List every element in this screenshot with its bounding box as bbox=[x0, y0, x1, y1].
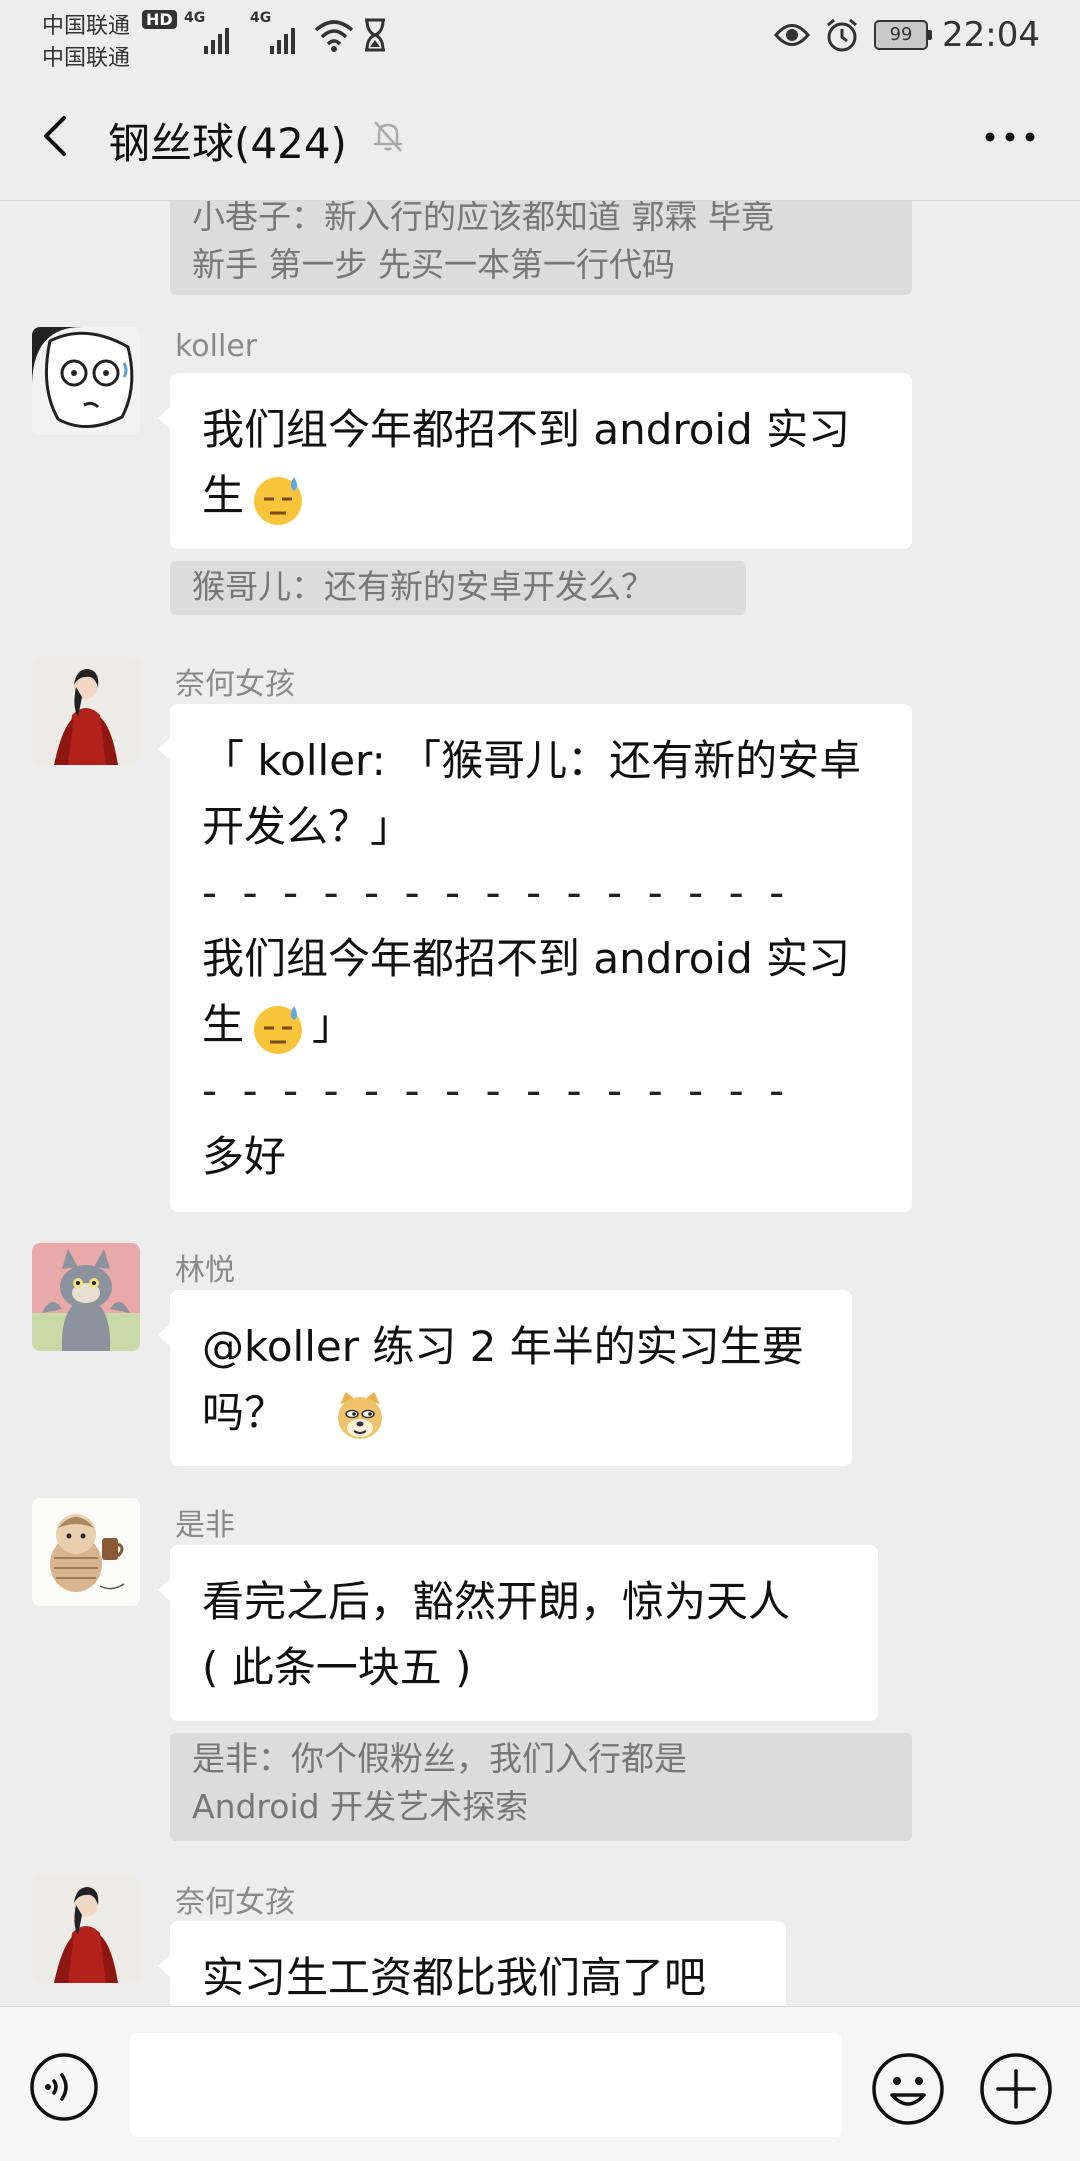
eye-comfort-icon bbox=[774, 24, 810, 46]
back-arrow-icon[interactable] bbox=[32, 106, 82, 166]
message-line: ( 此条一块五 ) bbox=[202, 1643, 472, 1692]
message-input[interactable] bbox=[130, 2033, 842, 2137]
carrier-name-1: 中国联通 bbox=[42, 14, 131, 39]
sweat-emoji-icon bbox=[254, 1005, 303, 1054]
avatar-image bbox=[32, 1243, 140, 1351]
quote-line: 是非：你个假粉丝，我们入行都是 bbox=[192, 1739, 687, 1778]
message-line: 吗？ bbox=[202, 1388, 287, 1437]
message-list[interactable]: 小巷子：新入行的应该都知道 郭霖 毕竟 新手 第一步 先买一本第一行代码 kol… bbox=[0, 201, 1080, 2006]
quoted-message[interactable]: 是非：你个假粉丝，我们入行都是 Android 开发艺术探索 bbox=[170, 1733, 912, 1841]
hd-badge: HD bbox=[142, 10, 177, 29]
sender-name: 奈何女孩 bbox=[175, 667, 295, 702]
message-line: 」 bbox=[312, 1000, 355, 1049]
alarm-icon bbox=[827, 18, 857, 52]
message-line: 看完之后，豁然开朗，惊为天人 bbox=[202, 1577, 791, 1626]
message-line: 我们组今年都招不到 android 实习 bbox=[202, 934, 851, 983]
message-line: 实习生工资都比我们高了吧 bbox=[202, 1953, 707, 2002]
sender-name: 奈何女孩 bbox=[175, 1885, 295, 1920]
message-line: @koller 练习 2 年半的实习生要 bbox=[202, 1322, 804, 1371]
separator-line: - - - - - - - - - - - - - - - bbox=[202, 1066, 791, 1115]
message-bubble[interactable]: 实习生工资都比我们高了吧 bbox=[158, 1921, 786, 2006]
avatar-image bbox=[32, 1875, 140, 1983]
sweat-emoji-icon bbox=[254, 476, 303, 525]
quoted-message[interactable]: 小巷子：新入行的应该都知道 郭霖 毕竟 新手 第一步 先买一本第一行代码 bbox=[170, 201, 912, 295]
avatar[interactable] bbox=[32, 657, 140, 765]
quoted-message[interactable]: 猴哥儿：还有新的安卓开发么？ bbox=[170, 561, 746, 615]
hourglass-icon bbox=[365, 18, 385, 52]
sender-name: 林悦 bbox=[175, 1253, 235, 1288]
message-bubble[interactable]: @koller 练习 2 年半的实习生要 吗？ bbox=[158, 1290, 852, 1466]
emoji-icon[interactable] bbox=[870, 2051, 946, 2127]
message-line: 「 koller: 「猴哥儿：还有新的安卓 bbox=[202, 736, 862, 785]
sender-name: koller bbox=[175, 329, 258, 364]
chat-title: 钢丝球(424) bbox=[108, 119, 347, 168]
voice-icon[interactable] bbox=[28, 2051, 100, 2123]
avatar-image bbox=[32, 327, 140, 435]
message-line: 我们组今年都招不到 android 实习 bbox=[202, 405, 851, 454]
message-line: 生 bbox=[202, 1000, 245, 1049]
battery-icon: 99 bbox=[874, 20, 933, 50]
avatar[interactable] bbox=[32, 327, 140, 435]
quote-line: 小巷子：新入行的应该都知道 郭霖 毕竟 bbox=[192, 201, 774, 236]
message-bubble[interactable]: 看完之后，豁然开朗，惊为天人 ( 此条一块五 ) bbox=[158, 1545, 878, 1721]
more-dots-icon[interactable] bbox=[980, 122, 1040, 152]
message-line: 多好 bbox=[202, 1132, 287, 1181]
message-bubble[interactable]: 「 koller: 「猴哥儿：还有新的安卓 开发么？」 - - - - - - … bbox=[158, 704, 912, 1212]
message-bubble[interactable]: 我们组今年都招不到 android 实习 生 bbox=[158, 373, 912, 549]
chat-header: 钢丝球(424) bbox=[0, 70, 1080, 201]
quote-line: 新手 第一步 先买一本第一行代码 bbox=[192, 245, 675, 284]
mute-bell-icon bbox=[373, 121, 403, 152]
carrier-name-2: 中国联通 bbox=[42, 46, 131, 71]
message-line: 生 bbox=[202, 471, 245, 520]
quote-line: Android 开发艺术探索 bbox=[192, 1787, 529, 1826]
wifi-icon bbox=[314, 20, 354, 52]
avatar[interactable] bbox=[32, 1875, 140, 1983]
doge-emoji-icon bbox=[338, 1391, 383, 1439]
separator-line: - - - - - - - - - - - - - - - bbox=[202, 868, 791, 917]
avatar[interactable] bbox=[32, 1243, 140, 1351]
quote-line: 猴哥儿：还有新的安卓开发么？ bbox=[192, 567, 654, 606]
avatar-image bbox=[32, 1498, 140, 1606]
avatar-image bbox=[32, 657, 140, 765]
plus-icon[interactable] bbox=[978, 2051, 1054, 2127]
message-line: 开发么？」 bbox=[202, 802, 413, 851]
avatar[interactable] bbox=[32, 1498, 140, 1606]
sender-name: 是非 bbox=[175, 1508, 235, 1543]
status-bar: 中国联通 中国联通 HD 4G 4G 99 22:04 bbox=[0, 0, 1080, 71]
clock: 22:04 bbox=[942, 15, 1040, 55]
input-bar bbox=[0, 2006, 1080, 2161]
